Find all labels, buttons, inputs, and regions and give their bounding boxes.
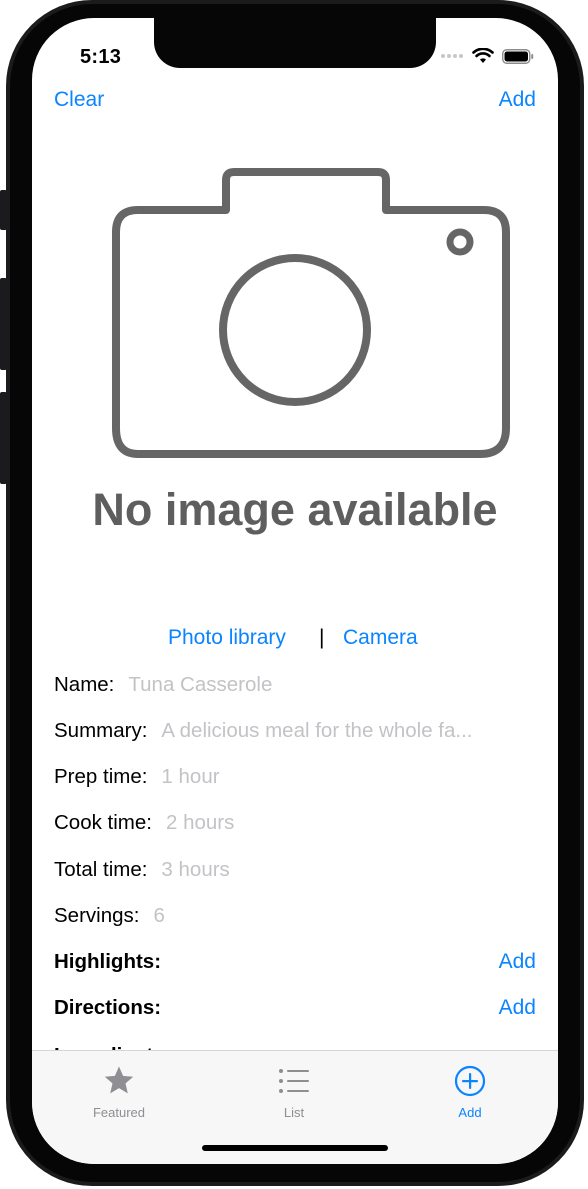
servings-label: Servings:	[54, 904, 140, 927]
camera-link[interactable]: Camera	[343, 626, 418, 650]
cook-time-field[interactable]: Cook time: 2 hours	[54, 811, 234, 835]
status-icons	[440, 48, 534, 64]
directions-section: Directions: Add	[54, 996, 536, 1020]
list-icon	[279, 1069, 309, 1093]
tab-list-label: List	[283, 1105, 305, 1120]
no-image-label: No image available	[92, 484, 498, 535]
battery-icon	[502, 48, 534, 64]
cook-time-input[interactable]: 2 hours	[166, 811, 234, 834]
cellular-dots-icon	[441, 54, 463, 58]
tab-list[interactable]: List	[234, 1061, 354, 1120]
tab-featured[interactable]: Featured	[59, 1061, 179, 1120]
status-time: 5:13	[80, 46, 122, 68]
prep-time-field[interactable]: Prep time: 1 hour	[54, 765, 220, 789]
total-time-input[interactable]: 3 hours	[161, 858, 229, 881]
name-field[interactable]: Name: Tuna Casserole	[54, 673, 272, 697]
screen: 5:13 Clear Add No image available Photo …	[32, 18, 558, 1164]
volume-up-button	[0, 278, 7, 370]
wifi-icon	[472, 48, 494, 63]
plus-circle-icon	[454, 1065, 486, 1097]
cook-time-label: Cook time:	[54, 811, 152, 834]
notch	[154, 18, 436, 68]
mute-switch	[0, 190, 7, 230]
prep-time-input[interactable]: 1 hour	[161, 765, 219, 788]
star-icon	[104, 1066, 134, 1094]
photo-source-separator: |	[319, 626, 325, 649]
tab-featured-label: Featured	[92, 1105, 146, 1120]
add-highlight-button[interactable]: Add	[499, 950, 536, 974]
summary-field[interactable]: Summary: A delicious meal for the whole f…	[54, 719, 473, 743]
photo-library-link[interactable]: Photo library	[168, 626, 286, 650]
servings-input[interactable]: 6	[153, 904, 164, 927]
total-time-field[interactable]: Total time: 3 hours	[54, 858, 230, 882]
prep-time-label: Prep time:	[54, 765, 148, 788]
volume-down-button	[0, 392, 7, 484]
summary-input[interactable]: A delicious meal for the whole fa...	[161, 719, 472, 742]
add-recipe-button[interactable]: Add	[499, 88, 536, 112]
name-label: Name:	[54, 673, 115, 696]
highlights-section: Highlights: Add	[54, 950, 536, 974]
home-indicator	[202, 1145, 388, 1151]
summary-label: Summary:	[54, 719, 148, 742]
tab-add[interactable]: Add	[410, 1061, 530, 1120]
servings-field[interactable]: Servings: 6	[54, 904, 165, 928]
name-input[interactable]: Tuna Casserole	[128, 673, 272, 696]
total-time-label: Total time:	[54, 858, 148, 881]
directions-label: Directions:	[54, 996, 162, 1019]
clear-button[interactable]: Clear	[54, 88, 104, 112]
tab-add-label: Add	[458, 1105, 482, 1120]
add-direction-button[interactable]: Add	[499, 996, 536, 1020]
highlights-label: Highlights:	[54, 950, 162, 973]
